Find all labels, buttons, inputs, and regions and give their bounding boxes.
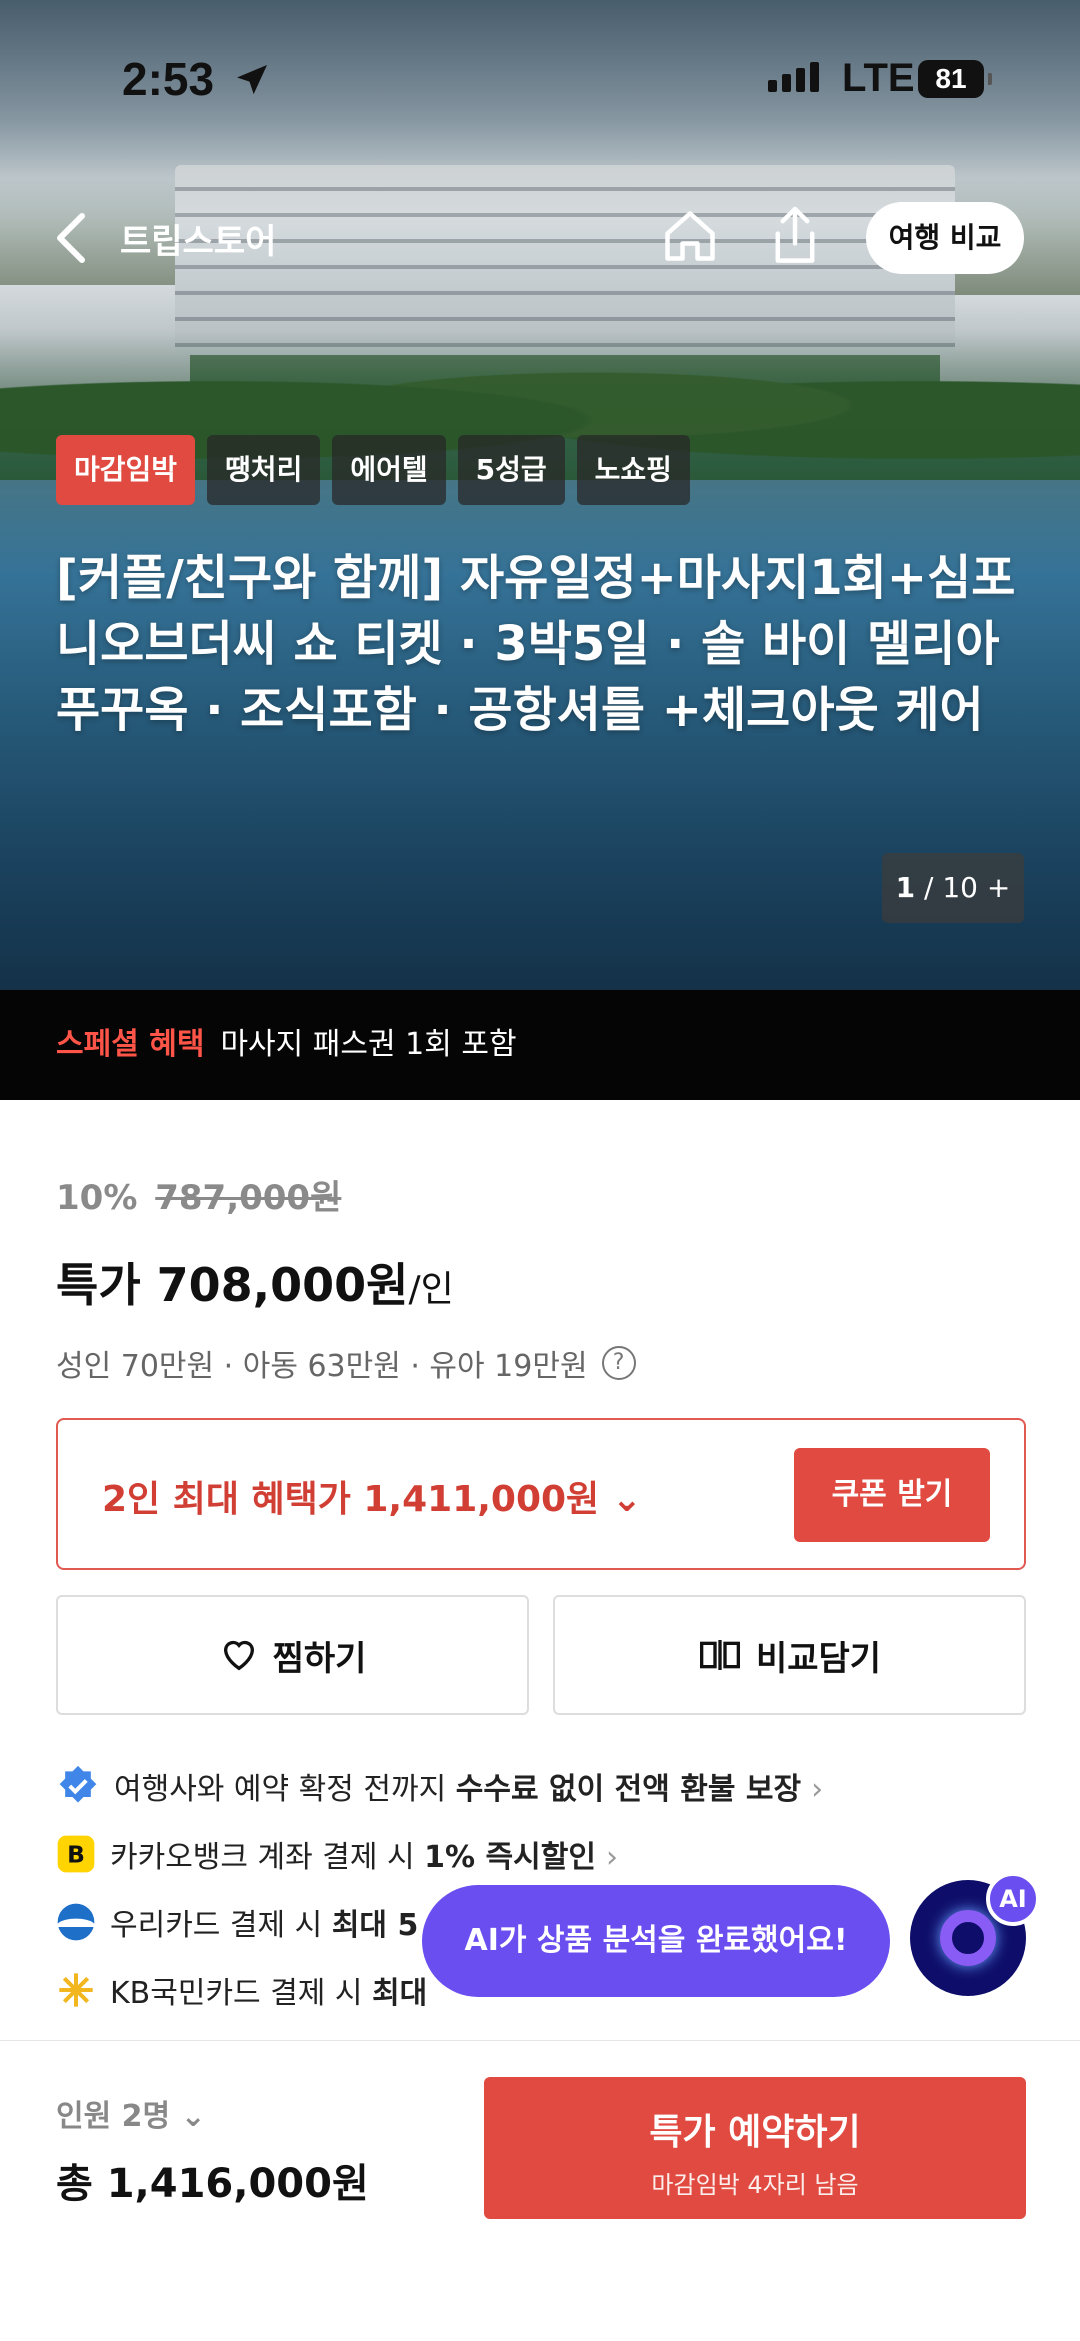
verified-badge-icon [59, 1765, 97, 1803]
kakaobank-icon: B [57, 1835, 95, 1873]
add-compare-button[interactable]: 비교담기 [553, 1595, 1026, 1715]
max-benefit-price[interactable]: 2인 최대 혜택가 1,411,000원 ⌄ [102, 1470, 642, 1522]
tag-lastminute: 땡처리 [207, 435, 321, 505]
tag-noshopping: 노쇼핑 [576, 435, 690, 505]
price-breakdown: 성인 70만원 · 아동 63만원 · 유아 19만원? [56, 1341, 1026, 1385]
image-counter[interactable]: 1 / 10 + [882, 853, 1024, 923]
list-item[interactable]: B 카카오뱅크 계좌 결제 시 1% 즉시할인 › [56, 1820, 1026, 1888]
trip-compare-button[interactable]: 여행 비교 [866, 202, 1024, 274]
status-bar: 2:53 LTE 81 [0, 0, 1080, 160]
kbcard-icon [59, 1973, 93, 2007]
hero-image[interactable]: 2:53 LTE 81 트립스토어 여행 비교 마감임박 땡처리 에어텔 5성급… [0, 0, 1080, 990]
original-price: 787,000원 [155, 1178, 342, 1218]
tag-list: 마감임박 땡처리 에어텔 5성급 노쇼핑 [56, 435, 690, 505]
special-benefit-banner: 스페셜 혜택 마사지 패스권 1회 포함 [0, 990, 1080, 1100]
chevron-right-icon: › [811, 1772, 824, 1807]
nav-title[interactable]: 트립스토어 [120, 214, 276, 263]
chevron-right-icon: › [605, 1840, 618, 1875]
price-section: 10% 787,000원 특가 708,000원/인 성인 70만원 · 아동 … [56, 1170, 1026, 1385]
people-selector[interactable]: 인원 2명 ⌄ [56, 2091, 206, 2135]
top-nav: 트립스토어 여행 비교 [0, 200, 1080, 280]
ai-assistant-button[interactable]: AI [910, 1872, 1040, 1996]
ai-badge: AI [986, 1872, 1040, 1926]
discount-rate: 10% [56, 1178, 138, 1218]
ai-analysis-bubble[interactable]: AI가 상품 분석을 완료했어요! [422, 1885, 890, 1997]
counter-current: 1 [895, 871, 916, 904]
location-arrow-icon [237, 65, 267, 95]
tag-airtel: 에어텔 [332, 435, 446, 505]
ai-ring-icon [940, 1910, 996, 1966]
list-item[interactable]: 여행사와 예약 확정 전까지 수수료 없이 전액 환불 보장 › [56, 1752, 1026, 1820]
battery-icon: 81 [918, 60, 992, 98]
wishlist-button[interactable]: 찜하기 [56, 1595, 529, 1715]
book-button[interactable]: 특가 예약하기 마감임박 4자리 남음 [484, 2077, 1026, 2219]
heart-icon [223, 1640, 254, 1671]
seats-left: 마감임박 4자리 남음 [651, 2171, 859, 2199]
benefit-label: 스페셜 혜택 [56, 1027, 205, 1062]
chevron-down-icon: ⌄ [180, 2099, 206, 2134]
tag-deadline: 마감임박 [56, 435, 196, 505]
product-title: [커플/친구와 함께] 자유일정+마사지1회+심포니오브더씨 쇼 티켓 · 3박… [56, 550, 1016, 738]
home-icon[interactable] [660, 206, 720, 266]
wooricard-icon [57, 1903, 95, 1941]
help-icon[interactable]: ? [601, 1346, 636, 1380]
share-icon[interactable] [765, 204, 825, 268]
svg-text:B: B [67, 1840, 85, 1868]
total-price: 총 1,416,000원 [56, 2161, 369, 2207]
plus-icon: + [986, 871, 1011, 904]
benefit-text: 마사지 패스권 1회 포함 [220, 1027, 517, 1062]
signal-icon [768, 62, 819, 92]
compare-icon [699, 1640, 740, 1670]
back-arrow-icon[interactable] [52, 208, 92, 268]
tag-5star: 5성급 [457, 435, 565, 505]
sale-price: 특가 708,000원/인 [56, 1258, 454, 1312]
status-time: 2:53 [122, 53, 215, 105]
coupon-box: 2인 최대 혜택가 1,411,000원 ⌄ 쿠폰 받기 [56, 1418, 1026, 1570]
counter-total: 10 [942, 871, 978, 904]
action-buttons: 찜하기 비교담기 [56, 1595, 1026, 1715]
network-label: LTE [842, 56, 915, 100]
bottom-booking-bar: 인원 2명 ⌄ 총 1,416,000원 특가 예약하기 마감임박 4자리 남음 [0, 2040, 1080, 2341]
chevron-down-icon: ⌄ [611, 1479, 642, 1520]
get-coupon-button[interactable]: 쿠폰 받기 [794, 1448, 990, 1542]
discount-row: 10% 787,000원 [56, 1170, 1026, 1219]
